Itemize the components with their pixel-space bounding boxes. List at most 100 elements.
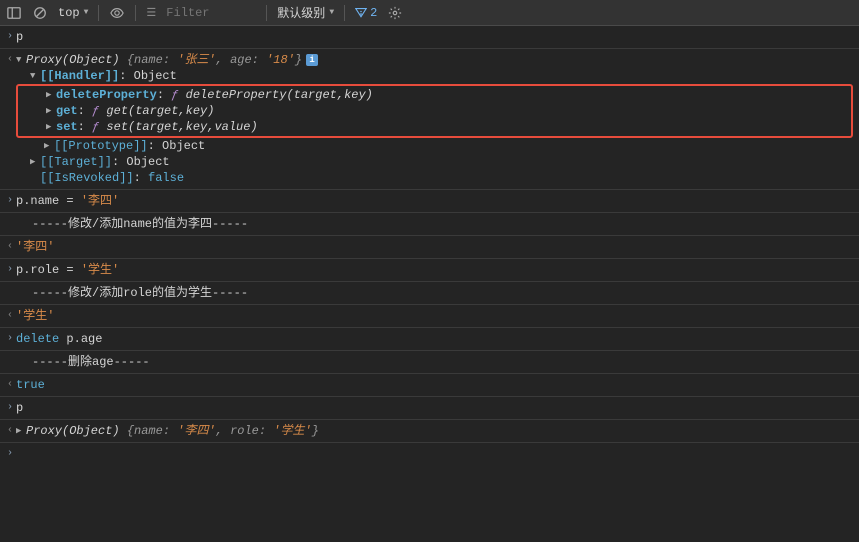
key: deleteProperty: [56, 87, 157, 103]
expand-arrow-icon[interactable]: [44, 138, 54, 154]
divider: [135, 5, 136, 21]
console-output-row: ‹ Proxy(Object) { name: '张三', age: '18' …: [0, 48, 859, 189]
output-caret-icon: ‹: [4, 377, 16, 393]
tree-node[interactable]: Proxy(Object) { name: '张三', age: '18' } …: [16, 52, 853, 68]
console-input-row[interactable]: › p.role = '学生': [0, 258, 859, 281]
proxy-label: Proxy(Object): [26, 423, 120, 439]
key: name: [134, 52, 163, 68]
tree-node[interactable]: get: ƒ get(target,key): [18, 103, 851, 119]
info-icon[interactable]: i: [306, 54, 318, 66]
console-log-row: -----修改/添加role的值为学生-----: [0, 281, 859, 304]
func-sig: deleteProperty(target,key): [186, 87, 373, 103]
chevron-down-icon: ▼: [84, 8, 89, 17]
expand-arrow-icon[interactable]: [46, 119, 56, 135]
input-caret-icon: ›: [4, 193, 16, 209]
expression: p: [16, 401, 23, 415]
value: Object: [162, 138, 205, 154]
brace: }: [312, 423, 319, 439]
issues-badge[interactable]: 2: [355, 6, 377, 20]
console-log-row: -----修改/添加name的值为李四-----: [0, 212, 859, 235]
func-sig: get(target,key): [106, 103, 214, 119]
input-caret-icon: ›: [4, 446, 16, 462]
console-toolbar: top ▼ ☰ 默认级别 ▼ 2: [0, 0, 859, 26]
divider: [344, 5, 345, 21]
log-level-selector[interactable]: 默认级别 ▼: [277, 4, 334, 21]
console-input-row[interactable]: › p: [0, 26, 859, 48]
value: '张三': [177, 52, 215, 68]
tree-node[interactable]: Proxy(Object) { name: '李四', role: '学生' }: [16, 423, 853, 439]
console-input-row[interactable]: › delete p.age: [0, 327, 859, 350]
value: Object: [134, 68, 177, 84]
tree-node[interactable]: [[Handler]]: Object: [16, 68, 853, 84]
key: get: [56, 103, 78, 119]
console-log-row: -----删除age-----: [0, 350, 859, 373]
divider: [98, 5, 99, 21]
settings-icon[interactable]: [387, 5, 403, 21]
tree-node[interactable]: [[Target]]: Object: [16, 154, 853, 170]
log-level-label: 默认级别: [277, 4, 325, 21]
console-body: › p ‹ Proxy(Object) { name: '张三', age: '…: [0, 26, 859, 465]
expression: p.name =: [16, 194, 81, 208]
key: name: [134, 423, 163, 439]
tree-node[interactable]: [[Prototype]]: Object: [16, 138, 853, 154]
expression: p: [16, 30, 23, 44]
func-f: ƒ: [92, 103, 99, 119]
string-literal: '李四': [81, 194, 119, 208]
input-caret-icon: ›: [4, 331, 16, 347]
expand-arrow-icon[interactable]: [16, 423, 26, 439]
key: [[Handler]]: [40, 68, 119, 84]
eye-icon[interactable]: [109, 5, 125, 21]
console-output-row: ‹ Proxy(Object) { name: '李四', role: '学生'…: [0, 419, 859, 442]
filter-input[interactable]: [166, 6, 256, 20]
expand-arrow-icon[interactable]: [46, 103, 56, 119]
key: [[Target]]: [40, 154, 112, 170]
log-message: -----修改/添加name的值为李四-----: [16, 216, 853, 232]
func-sig: set(target,key,value): [106, 119, 257, 135]
proxy-label: Proxy(Object): [26, 52, 120, 68]
input-caret-icon: ›: [4, 400, 16, 416]
value: Object: [126, 154, 169, 170]
output-caret-icon: ‹: [4, 239, 16, 255]
issues-count: 2: [370, 6, 377, 20]
tree-node[interactable]: deleteProperty: ƒ deleteProperty(target,…: [18, 87, 851, 103]
context-label: top: [58, 6, 80, 20]
console-input-row[interactable]: › p.name = '李四': [0, 189, 859, 212]
func-f: ƒ: [92, 119, 99, 135]
expand-arrow-icon[interactable]: [16, 52, 26, 68]
key: set: [56, 119, 78, 135]
key: [[IsRevoked]]: [40, 170, 134, 186]
console-output-row: ‹ '学生': [0, 304, 859, 327]
filter-icon: ☰: [146, 6, 156, 20]
sidebar-toggle-icon[interactable]: [6, 5, 22, 21]
key: age: [230, 52, 252, 68]
log-message: -----删除age-----: [16, 354, 853, 370]
brace: {: [127, 52, 134, 68]
value: false: [148, 170, 184, 186]
value: '学生': [273, 423, 311, 439]
key: [[Prototype]]: [54, 138, 148, 154]
console-output-row: ‹ '李四': [0, 235, 859, 258]
context-selector[interactable]: top ▼: [58, 6, 88, 20]
input-caret-icon: ›: [4, 262, 16, 278]
keyword: delete: [16, 332, 59, 346]
output-caret-icon: ‹: [4, 423, 16, 439]
result: true: [16, 378, 45, 392]
expand-arrow-icon[interactable]: [46, 87, 56, 103]
expand-arrow-icon[interactable]: [30, 68, 40, 84]
input-caret-icon: ›: [4, 29, 16, 45]
tree-node[interactable]: set: ƒ set(target,key,value): [18, 119, 851, 135]
brace: }: [295, 52, 302, 68]
value: '18': [266, 52, 295, 68]
value: '李四': [177, 423, 215, 439]
expression: p.age: [59, 332, 102, 346]
console-prompt-row[interactable]: ›: [0, 442, 859, 465]
result: '李四': [16, 240, 54, 254]
key: role: [230, 423, 259, 439]
chevron-down-icon: ▼: [329, 8, 334, 17]
console-output-row: ‹ true: [0, 373, 859, 396]
divider: [266, 5, 267, 21]
log-message: -----修改/添加role的值为学生-----: [16, 285, 853, 301]
expand-arrow-icon[interactable]: [30, 154, 40, 170]
console-input-row[interactable]: › p: [0, 396, 859, 419]
clear-console-icon[interactable]: [32, 5, 48, 21]
